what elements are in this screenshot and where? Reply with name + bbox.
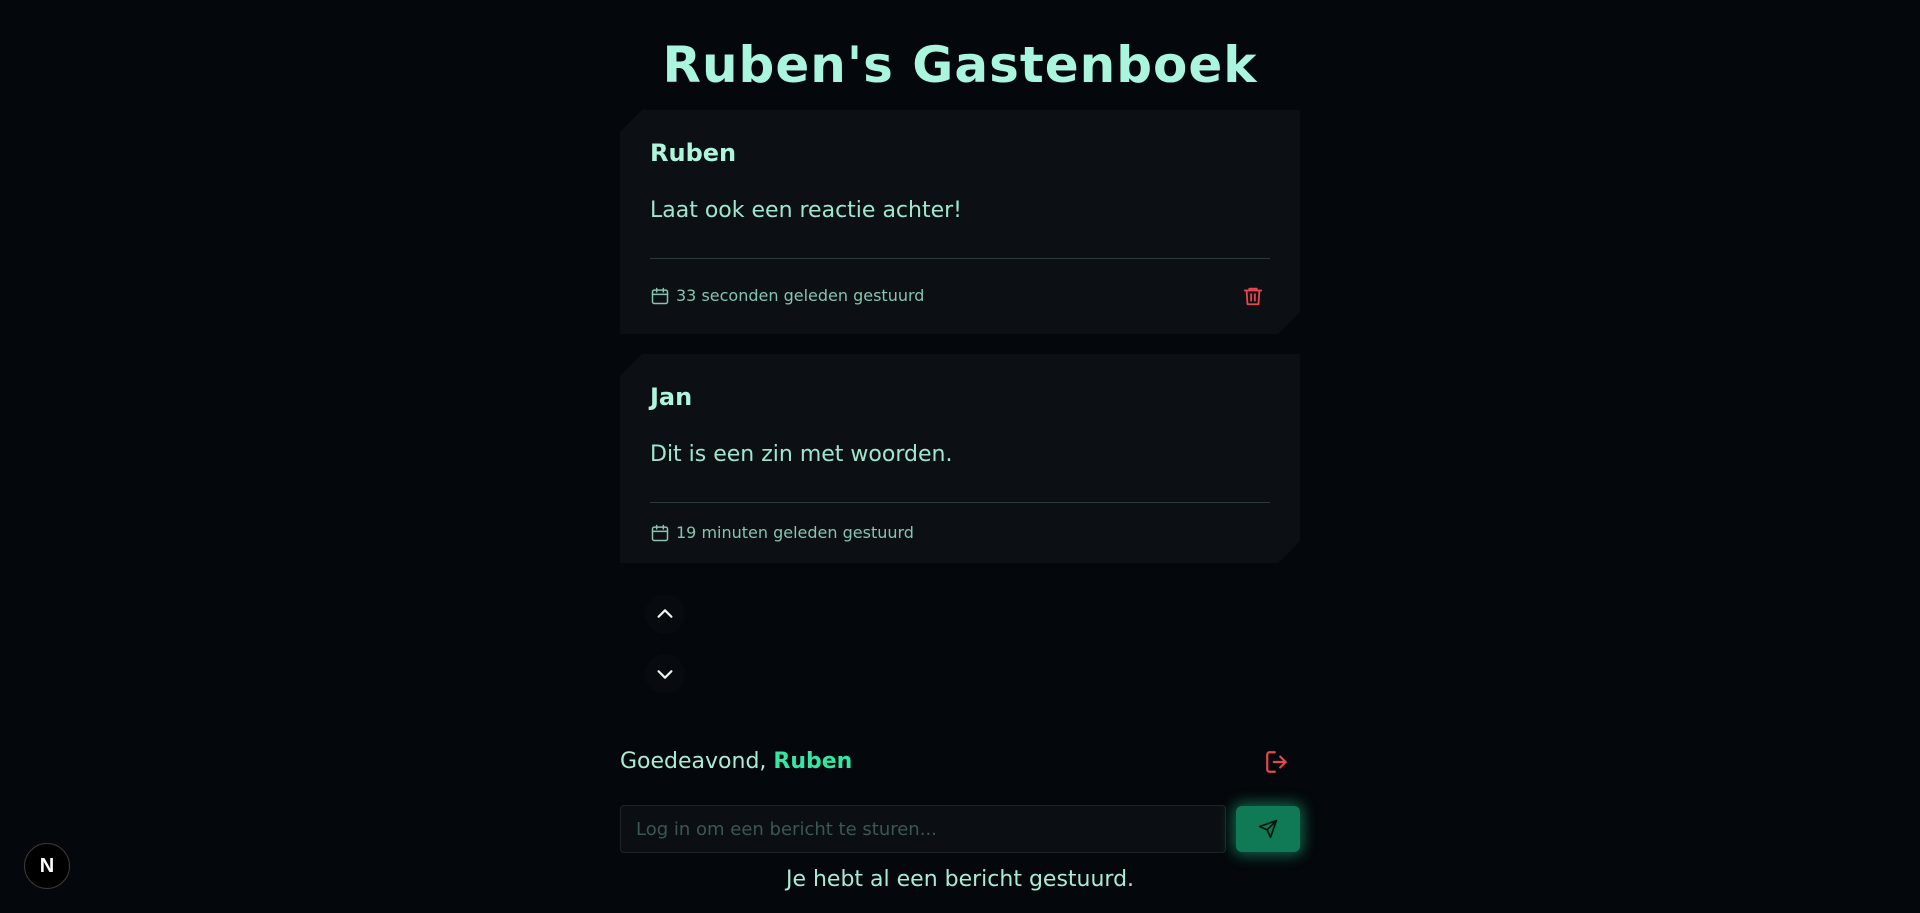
logout-icon[interactable] — [1264, 749, 1290, 775]
message-input[interactable] — [620, 805, 1226, 853]
scroll-down-button[interactable] — [645, 654, 685, 694]
message-timestamp: 19 minuten geleden gestuurd — [676, 523, 914, 542]
send-button[interactable] — [1236, 806, 1300, 852]
calendar-icon — [650, 523, 670, 543]
nextjs-icon[interactable]: N — [24, 843, 70, 889]
greeting: Goedeavond, Ruben — [620, 747, 852, 777]
message-divider — [650, 502, 1270, 503]
calendar-icon — [650, 286, 670, 306]
send-icon — [1258, 819, 1278, 839]
message-author: Jan — [650, 383, 693, 411]
greeting-prefix: Goedeavond, — [620, 749, 774, 774]
message-text: Dit is een zin met woorden. — [650, 442, 953, 467]
already-sent-notice: Je hebt al een bericht gestuurd. — [785, 867, 1135, 892]
guestbook-page: Ruben's Gastenboek Ruben Laat ook een re… — [0, 0, 1920, 913]
message-card: Jan Dit is een zin met woorden. 19 minut… — [620, 354, 1300, 563]
message-meta: 33 seconden geleden gestuurd — [650, 286, 924, 306]
chevron-down-icon — [657, 670, 673, 679]
trash-icon[interactable] — [1242, 285, 1264, 307]
page-title: Ruben's Gastenboek — [662, 36, 1258, 94]
message-card: Ruben Laat ook een reactie achter! 33 se… — [620, 110, 1300, 334]
scroll-up-button[interactable] — [645, 594, 685, 634]
message-divider — [650, 258, 1270, 259]
message-meta: 19 minuten geleden gestuurd — [650, 523, 914, 543]
greeting-username: Ruben — [773, 749, 853, 774]
message-author: Ruben — [650, 139, 737, 167]
message-text: Laat ook een reactie achter! — [650, 198, 962, 223]
chevron-up-icon — [657, 609, 673, 618]
badge-label: N — [39, 854, 55, 877]
message-timestamp: 33 seconden geleden gestuurd — [676, 286, 925, 305]
